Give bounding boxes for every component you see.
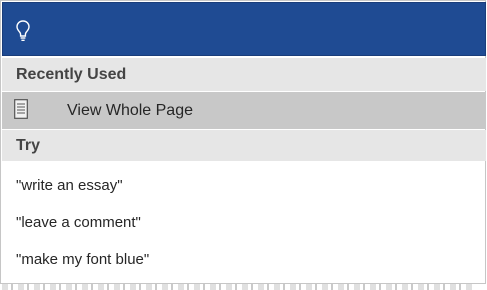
tell-me-search-bar[interactable] — [2, 2, 486, 56]
menu-item-label: View Whole Page — [67, 102, 193, 119]
recently-used-header: Recently Used — [2, 58, 486, 91]
page-icon — [14, 99, 28, 119]
document-text-strip — [2, 284, 472, 290]
lightbulb-icon — [16, 20, 30, 41]
suggestion-item[interactable]: "write an essay" — [2, 167, 486, 204]
try-header: Try — [2, 130, 486, 161]
menu-item-view-whole-page[interactable]: View Whole Page — [2, 92, 486, 129]
tell-me-dropdown: Recently Used View Whole Page Try "write… — [0, 0, 486, 284]
suggestion-item[interactable]: "make my font blue" — [2, 241, 486, 278]
suggestion-item[interactable]: "leave a comment" — [2, 204, 486, 241]
